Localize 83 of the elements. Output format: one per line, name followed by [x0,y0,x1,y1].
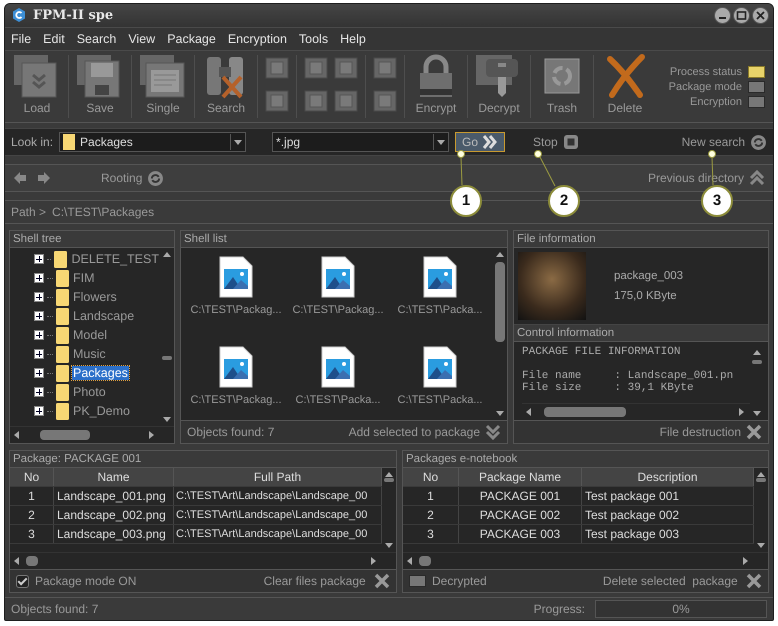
tree-item[interactable]: Landscape [72,309,136,324]
toolbar-button[interactable]: Trash [534,52,590,120]
table-cell: 1 [403,486,459,505]
checkbox-label: Package mode ON [35,574,136,588]
file-name: package_003 [614,270,684,282]
folder-dropdown[interactable]: Packages [59,132,246,152]
status-label: Decrypted [432,574,487,588]
toolbar-button[interactable]: Decrypt [471,52,527,120]
add-to-package-button[interactable]: Add selected to package [348,424,501,440]
info-heading: PACKAGE FILE INFORMATION [522,346,682,358]
callout-number: 3 [701,185,733,217]
path-value: C:\TEST\Packages [52,205,154,220]
tree-item[interactable]: Music [72,347,107,362]
table-cell: 3 [10,524,54,543]
window-title: FPM-II spe [33,8,114,23]
file-size: 175,0 KByte [614,290,678,302]
panel-title: File information [514,230,768,248]
new-search-button[interactable]: New search [682,134,767,151]
info-line: File size : 39,1 KByte [522,382,695,394]
look-in-label: Look in: [11,135,54,150]
file-name[interactable]: C:\TEST\Packa... [398,394,482,406]
tree-item[interactable]: PK_Demo [72,404,131,418]
toolbar-button[interactable]: Load [9,52,65,120]
file-name[interactable]: C:\TEST\Packag... [190,304,282,316]
file-mask-dropdown[interactable]: *.jpg [272,132,450,152]
delete-package-button[interactable]: Delete selected package [602,573,762,590]
column-header[interactable]: No [403,468,459,486]
table-cell: PACKAGE 001 [459,486,582,505]
tree-item[interactable]: FIM [72,271,96,286]
toolbar-button[interactable]: Delete [597,52,653,120]
toolbar-button[interactable]: Encrypt [408,52,464,120]
menu-item[interactable]: Package [167,32,216,46]
menu-item[interactable]: Help [340,32,366,46]
column-header[interactable]: Package Name [459,468,582,486]
panel-title: Control information [514,324,768,342]
info-line: File name : Landscape_001.pn [522,370,734,382]
menu-item[interactable]: Edit [43,32,65,46]
table-cell: 3 [403,524,459,543]
progress-label: Progress: [534,602,585,616]
menu-item[interactable]: Encryption [228,32,287,46]
table-cell: Landscape_002.png [54,506,174,524]
table-cell: 1 [10,486,54,505]
menu-item[interactable]: Search [76,32,116,46]
table-cell: 2 [10,506,54,524]
progress-bar: 0% [595,600,767,618]
file-name[interactable]: C:\TEST\Packa... [296,394,380,406]
file-name[interactable]: C:\TEST\Packa... [398,304,482,316]
callout-number: 1 [450,185,482,217]
toolbar-button[interactable]: Save [72,52,128,120]
menu-item[interactable]: View [128,32,156,46]
tree-item[interactable]: Model [72,328,108,342]
table-cell: PACKAGE 003 [459,524,582,543]
toolbar-button[interactable]: Search [198,52,254,120]
indicator-label: Process status [670,66,742,78]
table-cell: Landscape_001.png [54,486,174,505]
clear-package-button[interactable]: Clear files package [264,573,390,590]
tree-item[interactable]: Packages [72,366,129,380]
objects-found-text: Objects found: 7 [11,602,98,616]
objects-found-text: Objects found: 7 [187,424,274,439]
path-label: Path > [11,205,46,220]
column-header[interactable]: Name [54,468,174,486]
table-cell: Landscape_003.png [54,524,174,543]
table-cell: 2 [403,506,459,524]
indicator-label: Package mode [668,80,742,93]
file-name[interactable]: C:\TEST\Packag... [292,304,384,316]
callout-number: 2 [548,185,580,217]
tree-item[interactable]: DELETE_TEST [70,252,160,266]
column-header[interactable]: No [10,468,54,486]
toolbar-button[interactable]: Single [135,52,191,120]
panel-title: Packages e-notebook [403,450,768,468]
rooting-button[interactable]: Rooting [101,170,164,187]
menu-item[interactable]: Tools [298,32,328,46]
panel-title: Shell tree [10,230,174,248]
menu-item[interactable]: File [11,32,32,46]
tree-item[interactable]: Photo [72,385,107,400]
file-name[interactable]: C:\TEST\Packag... [190,394,282,406]
stop-button[interactable]: Stop [533,134,579,150]
tree-item[interactable]: Flowers [72,290,118,304]
panel-title: Shell list [181,230,507,248]
table-cell: PACKAGE 002 [459,506,582,524]
indicator-label: Encryption [690,96,742,108]
panel-title: Package: PACKAGE 001 [10,450,396,468]
go-button[interactable]: Go [455,132,506,152]
